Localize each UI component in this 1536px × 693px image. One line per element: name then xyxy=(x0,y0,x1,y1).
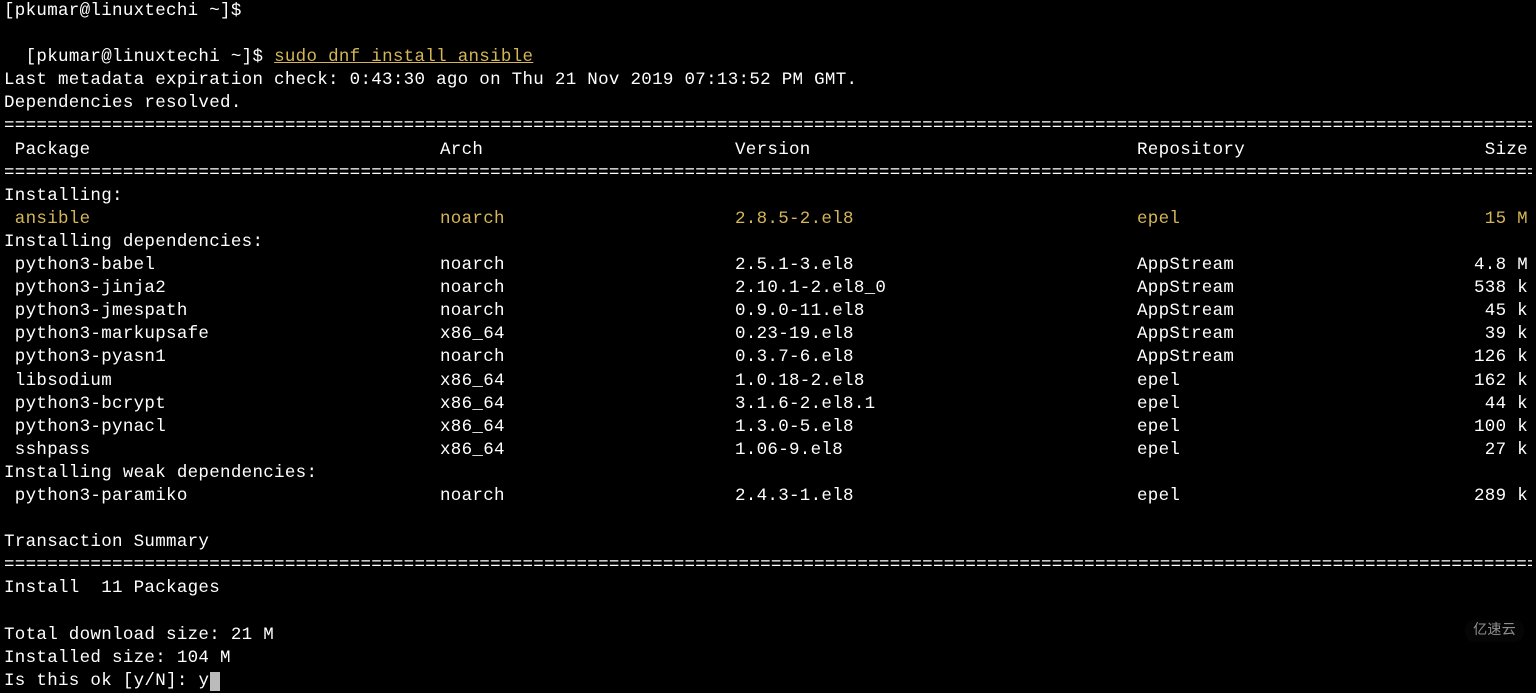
section-installing: Installing: xyxy=(4,185,1532,208)
header-repository: Repository xyxy=(1137,139,1432,162)
pkg-size: 126 k xyxy=(1432,346,1532,369)
header-version: Version xyxy=(735,139,1137,162)
pkg-arch: x86_64 xyxy=(440,370,735,393)
pkg-version: 2.10.1-2.el8_0 xyxy=(735,277,1137,300)
pkg-version: 1.3.0-5.el8 xyxy=(735,416,1137,439)
table-row: python3-markupsafex86_640.23-19.el8AppSt… xyxy=(4,323,1532,346)
pkg-size: 4.8 M xyxy=(1432,254,1532,277)
table-row: libsodiumx86_641.0.18-2.el8epel162 k xyxy=(4,370,1532,393)
pkg-size: 162 k xyxy=(1432,370,1532,393)
prompt-line[interactable]: [pkumar@linuxtechi ~]$ sudo dnf install … xyxy=(4,23,1532,69)
pkg-name: python3-jmespath xyxy=(4,300,440,323)
pkg-version: 3.1.6-2.el8.1 xyxy=(735,393,1137,416)
pkg-version: 0.23-19.el8 xyxy=(735,323,1137,346)
pkg-name: python3-pynacl xyxy=(4,416,440,439)
watermark: 亿速云 xyxy=(1465,620,1524,642)
pkg-version: 1.06-9.el8 xyxy=(735,439,1137,462)
table-row: ansible noarch 2.8.5-2.el8 epel 15 M xyxy=(4,208,1532,231)
pkg-arch: noarch xyxy=(440,485,735,508)
pkg-version: 2.8.5-2.el8 xyxy=(735,208,1137,231)
table-row: python3-bcryptx86_643.1.6-2.el8.1epel44 … xyxy=(4,393,1532,416)
divider: ========================================… xyxy=(4,162,1532,185)
table-row: python3-pynaclx86_641.3.0-5.el8epel100 k xyxy=(4,416,1532,439)
pkg-size: 39 k xyxy=(1432,323,1532,346)
pkg-name: ansible xyxy=(4,208,440,231)
pkg-repo: AppStream xyxy=(1137,254,1432,277)
install-count: Install 11 Packages xyxy=(4,577,1532,600)
pkg-size: 45 k xyxy=(1432,300,1532,323)
pkg-repo: AppStream xyxy=(1137,346,1432,369)
pkg-repo: AppStream xyxy=(1137,300,1432,323)
pkg-arch: noarch xyxy=(440,254,735,277)
section-installing-deps: Installing dependencies: xyxy=(4,231,1532,254)
pkg-repo: epel xyxy=(1137,485,1432,508)
pkg-arch: noarch xyxy=(440,346,735,369)
table-header: Package Arch Version Repository Size xyxy=(4,139,1532,162)
pkg-name: python3-babel xyxy=(4,254,440,277)
blank-line xyxy=(4,508,1532,531)
header-package: Package xyxy=(4,139,440,162)
pkg-repo: epel xyxy=(1137,393,1432,416)
table-row: python3-jinja2noarch2.10.1-2.el8_0AppStr… xyxy=(4,277,1532,300)
pkg-size: 100 k xyxy=(1432,416,1532,439)
pkg-version: 0.9.0-11.el8 xyxy=(735,300,1137,323)
pkg-name: python3-paramiko xyxy=(4,485,440,508)
confirm-input[interactable]: y xyxy=(198,671,209,691)
pkg-size: 289 k xyxy=(1432,485,1532,508)
pkg-repo: AppStream xyxy=(1137,323,1432,346)
confirm-line[interactable]: Is this ok [y/N]: y xyxy=(4,670,1532,693)
table-row: python3-jmespathnoarch0.9.0-11.el8AppStr… xyxy=(4,300,1532,323)
prompt-line-prev: [pkumar@linuxtechi ~]$ xyxy=(4,0,1532,23)
pkg-size: 44 k xyxy=(1432,393,1532,416)
pkg-name: python3-bcrypt xyxy=(4,393,440,416)
pkg-arch: x86_64 xyxy=(440,416,735,439)
installed-size: Installed size: 104 M xyxy=(4,647,1532,670)
pkg-repo: epel xyxy=(1137,370,1432,393)
pkg-version: 2.4.3-1.el8 xyxy=(735,485,1137,508)
pkg-arch: noarch xyxy=(440,300,735,323)
pkg-size: 15 M xyxy=(1432,208,1532,231)
pkg-arch: x86_64 xyxy=(440,439,735,462)
pkg-size: 27 k xyxy=(1432,439,1532,462)
pkg-arch: noarch xyxy=(440,277,735,300)
header-arch: Arch xyxy=(440,139,735,162)
pkg-arch: noarch xyxy=(440,208,735,231)
pkg-version: 0.3.7-6.el8 xyxy=(735,346,1137,369)
blank-line xyxy=(4,600,1532,623)
metadata-line: Last metadata expiration check: 0:43:30 … xyxy=(4,69,1532,92)
confirm-prompt: Is this ok [y/N]: xyxy=(4,671,198,691)
command-text: sudo dnf install ansible xyxy=(274,47,533,67)
pkg-repo: AppStream xyxy=(1137,277,1432,300)
table-row: python3-babelnoarch2.5.1-3.el8AppStream4… xyxy=(4,254,1532,277)
total-download: Total download size: 21 M xyxy=(4,624,1532,647)
pkg-name: python3-pyasn1 xyxy=(4,346,440,369)
deps-resolved: Dependencies resolved. xyxy=(4,92,1532,115)
pkg-name: python3-markupsafe xyxy=(4,323,440,346)
table-row: python3-pyasn1noarch0.3.7-6.el8AppStream… xyxy=(4,346,1532,369)
pkg-arch: x86_64 xyxy=(440,323,735,346)
pkg-name: libsodium xyxy=(4,370,440,393)
pkg-repo: epel xyxy=(1137,416,1432,439)
section-installing-weak: Installing weak dependencies: xyxy=(4,462,1532,485)
pkg-version: 2.5.1-3.el8 xyxy=(735,254,1137,277)
pkg-size: 538 k xyxy=(1432,277,1532,300)
shell-prompt: [pkumar@linuxtechi ~]$ xyxy=(26,47,274,67)
cursor xyxy=(210,672,220,691)
table-row: sshpassx86_641.06-9.el8epel27 k xyxy=(4,439,1532,462)
summary-heading: Transaction Summary xyxy=(4,531,1532,554)
header-size: Size xyxy=(1432,139,1532,162)
pkg-repo: epel xyxy=(1137,439,1432,462)
pkg-repo: epel xyxy=(1137,208,1432,231)
pkg-version: 1.0.18-2.el8 xyxy=(735,370,1137,393)
pkg-name: python3-jinja2 xyxy=(4,277,440,300)
pkg-arch: x86_64 xyxy=(440,393,735,416)
pkg-name: sshpass xyxy=(4,439,440,462)
divider: ========================================… xyxy=(4,554,1532,577)
divider: ========================================… xyxy=(4,115,1532,138)
table-row: python3-paramikonoarch2.4.3-1.el8epel289… xyxy=(4,485,1532,508)
